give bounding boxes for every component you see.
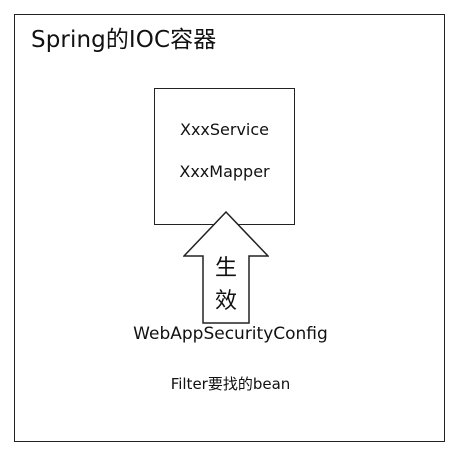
arrow-label-char-1: 生 (214, 256, 237, 281)
bean-xxxservice: XxxService (179, 120, 270, 139)
activation-arrow: 生 效 (183, 211, 269, 325)
spring-ioc-container-frame: Spring的IOC容器 XxxService XxxMapper 生 效 We… (14, 14, 445, 442)
bean-box: XxxService XxxMapper (154, 88, 295, 225)
arrow-label-char-2: 效 (214, 289, 237, 314)
filter-label: Filter要找的bean (170, 375, 291, 393)
bean-xxxmapper: XxxMapper (179, 162, 270, 181)
diagram-title: Spring的IOC容器 (31, 27, 217, 53)
config-label: WebAppSecurityConfig (133, 324, 328, 344)
